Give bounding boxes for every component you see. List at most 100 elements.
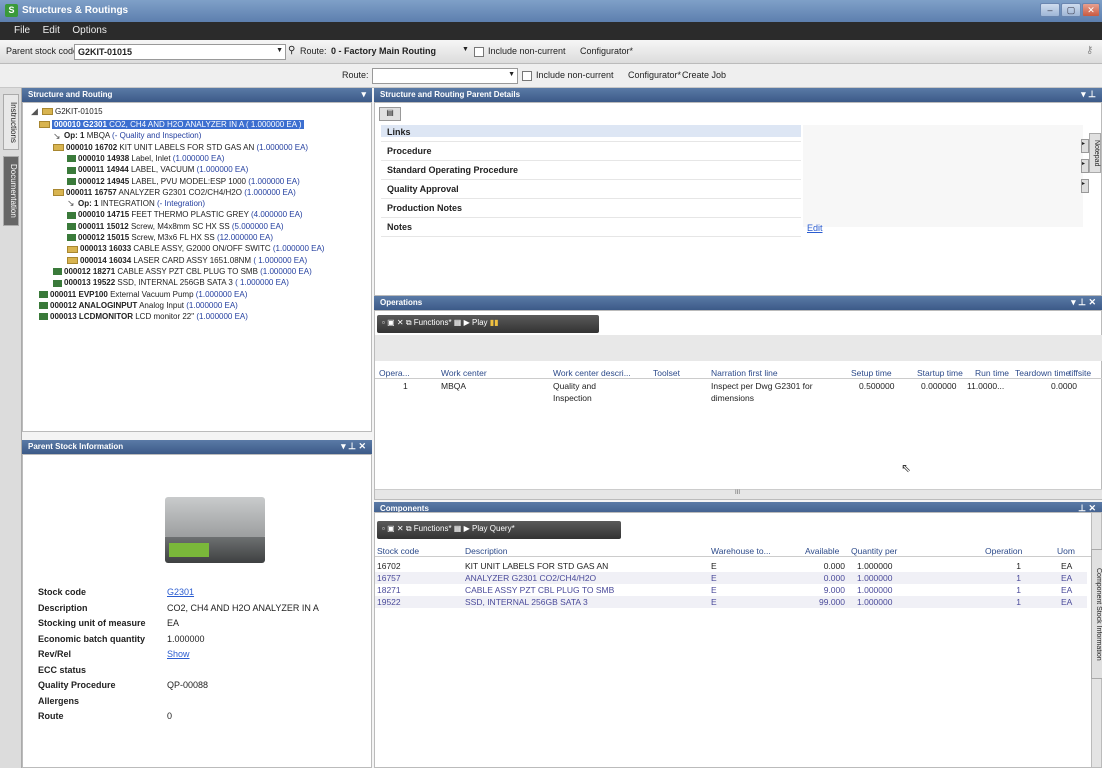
detail-row[interactable]: Quality Approval (381, 180, 801, 199)
chevron-down-icon[interactable]: ▾ (361, 89, 366, 100)
tab-notepad[interactable]: Notepad (1089, 133, 1101, 173)
tree-item[interactable]: 000011 16757 ANALYZER G2301 CO2/CH4/H2O … (53, 187, 296, 198)
tree-item[interactable]: 000012 14945 LABEL, PVU MODEL:ESP 1000 (… (67, 176, 300, 187)
report-icon[interactable]: ▦ (454, 318, 462, 327)
play-button[interactable]: Play (472, 318, 488, 327)
tree-item[interactable]: 000011 EVP100 External Vacuum Pump (1.00… (39, 289, 247, 300)
configurator-button[interactable]: Configurator* (580, 46, 633, 56)
operation-row[interactable]: 1 MBQA Quality and Inspection Inspect pe… (375, 379, 1102, 409)
col-narration[interactable]: Narration first line (711, 368, 778, 378)
close-button[interactable]: ✕ (1082, 3, 1100, 17)
tab-component-stock-info[interactable]: Component Stock Information (1091, 549, 1102, 679)
play-icon[interactable]: ▶ (464, 318, 470, 327)
create-job-button[interactable]: Create Job (682, 70, 726, 80)
tab-instructions[interactable]: Instructions (3, 94, 19, 150)
play-button[interactable]: Play (472, 524, 488, 533)
scroll-icon[interactable]: ▸ (1081, 179, 1089, 193)
copy-icon[interactable]: ⧉ (406, 524, 412, 533)
col-available[interactable]: Available (805, 546, 839, 556)
detail-row[interactable]: Production Notes (381, 199, 801, 218)
detail-row[interactable]: Procedure (381, 142, 801, 161)
col-work-center-desc[interactable]: Work center descri... (553, 368, 631, 378)
col-stock-code[interactable]: Stock code (377, 546, 419, 556)
col-run-time[interactable]: Run time (975, 368, 1009, 378)
detail-row[interactable]: Notes (381, 218, 801, 237)
component-row[interactable]: 16702 KIT UNIT LABELS FOR STD GAS AN E 0.00… (375, 560, 1087, 572)
include-noncurrent-checkbox[interactable] (474, 47, 484, 57)
detail-row[interactable]: Links (381, 123, 801, 142)
collapse-icon[interactable]: ◢ (31, 107, 40, 116)
tree-item[interactable]: 000013 19522 SSD, INTERNAL 256GB SATA 3 … (53, 277, 289, 288)
tree-item[interactable]: 000010 16702 KIT UNIT LABELS FOR STD GAS… (53, 142, 308, 153)
play-icon[interactable]: ▶ (464, 524, 470, 533)
tree-item[interactable]: 000011 14944 LABEL, VACUUM (1.000000 EA) (67, 164, 248, 175)
maximize-button[interactable]: ▢ (1061, 3, 1081, 17)
tree-root[interactable]: ◢ G2KIT-01015 (31, 106, 103, 117)
field-value-link[interactable]: Show (167, 649, 190, 659)
tree-item[interactable]: ↘ Op: 1 INTEGRATION (- Integration) (67, 198, 205, 209)
new-icon[interactable]: ▫ (382, 524, 385, 533)
tree-item[interactable]: 000013 LCDMONITOR LCD monitor 22" (1.000… (39, 311, 248, 322)
tree-item[interactable]: 000011 15012 Screw, M4x8mm SC HX SS (5.0… (67, 221, 283, 232)
component-row[interactable]: 16757 ANALYZER G2301 CO2/CH4/H2O E 0.000 1.0… (375, 572, 1087, 584)
tree-item[interactable]: 000014 16034 LASER CARD ASSY 1651.08NM (… (67, 255, 307, 266)
col-work-center[interactable]: Work center (441, 368, 487, 378)
col-uom[interactable]: Uom (1057, 546, 1075, 556)
tree-item[interactable]: ↘ Op: 1 MBQA (- Quality and Inspection) (53, 130, 201, 141)
col-operation[interactable]: Opera... (379, 368, 410, 378)
scroll-icon[interactable]: ▸ (1081, 139, 1089, 153)
scroll-thumb-grip[interactable]: III (735, 490, 740, 496)
col-description[interactable]: Description (465, 546, 508, 556)
pin-icon[interactable]: ⚷ (1086, 45, 1093, 56)
tree-item[interactable]: 000010 14715 FEET THERMO PLASTIC GREY (4… (67, 209, 303, 220)
include-noncurrent2-checkbox[interactable] (522, 71, 532, 81)
menu-options[interactable]: Options (72, 25, 106, 36)
functions-button[interactable]: Functions* (414, 318, 452, 327)
insert-icon[interactable]: ▣ (387, 318, 395, 327)
col-toolset[interactable]: Toolset (653, 368, 680, 378)
component-row[interactable]: 19522 SSD, INTERNAL 256GB SATA 3 E 99.000 1.… (375, 596, 1087, 608)
route2-combo[interactable]: ▼ (372, 68, 518, 84)
grid-icon[interactable]: ▤ (379, 107, 401, 121)
col-tiffsite[interactable]: tiffsite (1069, 368, 1091, 378)
panel-controls-icon[interactable]: ▾ ⊥ ✕ (1071, 297, 1096, 308)
delete-icon[interactable]: ✕ (397, 318, 404, 327)
tree-item[interactable]: 000013 16033 CABLE ASSY, G2000 ON/OFF SW… (67, 243, 324, 254)
panel-controls-icon[interactable]: ▾ ⊥ ✕ (341, 441, 366, 452)
parent-stock-code-combo[interactable]: G2KIT-01015 ▼ (74, 44, 286, 60)
tree-item[interactable]: 000010 14938 Label, Inlet (1.000000 EA) (67, 153, 224, 164)
col-quantity-per[interactable]: Quantity per (851, 546, 897, 556)
chart-icon[interactable]: ▮▮ (490, 318, 499, 327)
horizontal-scrollbar[interactable]: III (375, 489, 1102, 499)
col-startup-time[interactable]: Startup time (917, 368, 963, 378)
col-teardown-time[interactable]: Teardown time (1015, 368, 1070, 378)
insert-icon[interactable]: ▣ (387, 524, 395, 533)
query-button[interactable]: Query* (490, 524, 515, 533)
route-combo[interactable]: 0 - Factory Main Routing (328, 44, 470, 60)
tree-item[interactable]: 000012 18271 CABLE ASSY PZT CBL PLUG TO … (53, 266, 312, 277)
new-icon[interactable]: ▫ (382, 318, 385, 327)
functions-button[interactable]: Functions* (414, 524, 452, 533)
tree-item[interactable]: 000012 ANALOGINPUT Analog Input (1.00000… (39, 300, 238, 311)
search-icon[interactable]: ⚲ (288, 45, 295, 56)
copy-icon[interactable]: ⧉ (406, 318, 412, 327)
col-warehouse[interactable]: Warehouse to... (711, 546, 771, 556)
scroll-icon[interactable]: ▸ (1081, 159, 1089, 173)
tree-item[interactable]: 000010 G2301 CO2, CH4 AND H2O ANALYZER I… (39, 119, 304, 130)
col-setup-time[interactable]: Setup time (851, 368, 892, 378)
col-operation[interactable]: Operation (985, 546, 1022, 556)
panel-controls-icon[interactable]: ▾ ⊥ (1081, 89, 1096, 100)
component-row[interactable]: 18271 CABLE ASSY PZT CBL PLUG TO SMB E 9.00… (375, 584, 1087, 596)
configurator2-button[interactable]: Configurator* (628, 70, 681, 80)
tab-documentation[interactable]: Documentation (3, 156, 19, 226)
chevron-down-icon[interactable]: ▼ (276, 47, 283, 54)
detail-row[interactable]: Standard Operating Procedure (381, 161, 801, 180)
notes-edit-link[interactable]: Edit (807, 223, 823, 233)
menu-file[interactable]: File (14, 25, 30, 36)
menu-edit[interactable]: Edit (43, 25, 60, 36)
tree-item[interactable]: 000012 15015 Screw, M3x6 FL HX SS (12.00… (67, 232, 273, 243)
report-icon[interactable]: ▦ (454, 524, 462, 533)
chevron-down-icon[interactable]: ▼ (508, 71, 515, 78)
delete-icon[interactable]: ✕ (397, 524, 404, 533)
minimize-button[interactable]: – (1040, 3, 1060, 17)
